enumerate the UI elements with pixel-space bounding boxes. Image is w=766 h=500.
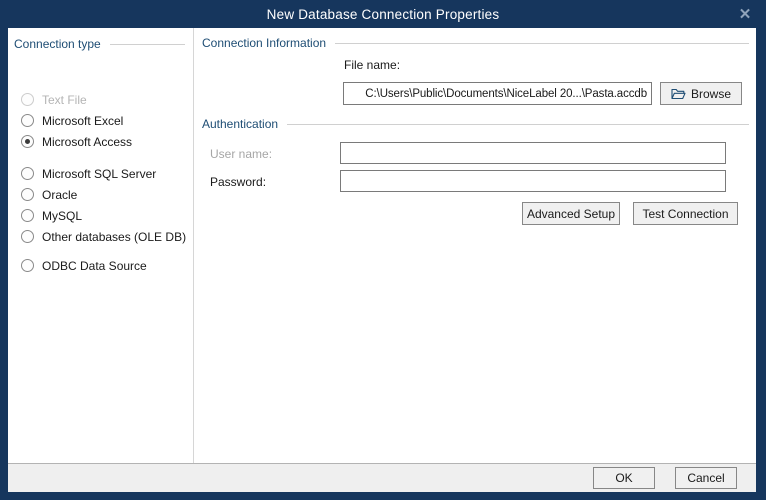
header-rule [110,44,185,45]
header-rule [335,43,749,44]
cancel-button[interactable]: Cancel [675,467,737,489]
radio-icon [21,114,34,127]
titlebar: New Database Connection Properties ✕ [0,0,766,28]
radio-label: Text File [42,93,87,107]
browse-button-label: Browse [691,87,731,101]
radio-selected-icon [21,135,34,148]
radio-icon [21,93,34,106]
advanced-setup-button[interactable]: Advanced Setup [522,202,620,225]
radio-mysql[interactable]: MySQL [8,205,193,226]
radio-icon [21,188,34,201]
dialog-body: Connection type Text File Microsoft Exce… [8,28,756,463]
folder-icon [671,88,686,100]
radio-label: Microsoft Access [42,135,132,149]
radio-label: Other databases (OLE DB) [42,230,186,244]
radio-text-file: Text File [8,89,193,110]
dialog-title: New Database Connection Properties [267,7,500,22]
cancel-button-label: Cancel [687,471,724,485]
connection-type-list: Text File Microsoft Excel Microsoft Acce… [8,89,193,276]
password-input[interactable] [340,170,726,192]
ok-button[interactable]: OK [593,467,655,489]
radio-other-databases-oledb[interactable]: Other databases (OLE DB) [8,226,193,247]
test-connection-button[interactable]: Test Connection [633,202,738,225]
user-name-label: User name: [210,147,272,161]
file-name-label: File name: [344,58,400,72]
radio-label: MySQL [42,209,82,223]
radio-icon [21,230,34,243]
new-database-connection-dialog: New Database Connection Properties ✕ Con… [0,0,766,500]
connection-type-header-label: Connection type [14,37,101,51]
radio-label: Microsoft SQL Server [42,167,156,181]
radio-label: ODBC Data Source [42,259,147,273]
radio-microsoft-sql-server[interactable]: Microsoft SQL Server [8,163,193,184]
ok-button-label: OK [615,471,632,485]
password-label: Password: [210,175,266,189]
radio-icon [21,209,34,222]
authentication-header: Authentication [202,117,749,131]
radio-microsoft-excel[interactable]: Microsoft Excel [8,110,193,131]
connection-information-header: Connection Information [202,36,749,50]
radio-label: Microsoft Excel [42,114,123,128]
radio-icon [21,259,34,272]
header-rule [287,124,749,125]
close-icon[interactable]: ✕ [732,3,758,25]
user-name-input [340,142,726,164]
connection-information-panel: Connection Information File name: C:\Use… [194,28,756,463]
browse-button[interactable]: Browse [660,82,742,105]
connection-type-header: Connection type [8,28,193,51]
radio-microsoft-access[interactable]: Microsoft Access [8,131,193,152]
authentication-header-label: Authentication [202,117,278,131]
connection-type-panel: Connection type Text File Microsoft Exce… [8,28,194,463]
radio-label: Oracle [42,188,77,202]
radio-oracle[interactable]: Oracle [8,184,193,205]
radio-odbc-data-source[interactable]: ODBC Data Source [8,255,193,276]
advanced-setup-button-label: Advanced Setup [527,207,615,221]
radio-icon [21,167,34,180]
file-name-input[interactable]: C:\Users\Public\Documents\NiceLabel 20..… [343,82,652,105]
dialog-footer: OK Cancel [8,463,756,492]
connection-information-header-label: Connection Information [202,36,326,50]
test-connection-button-label: Test Connection [642,207,728,221]
